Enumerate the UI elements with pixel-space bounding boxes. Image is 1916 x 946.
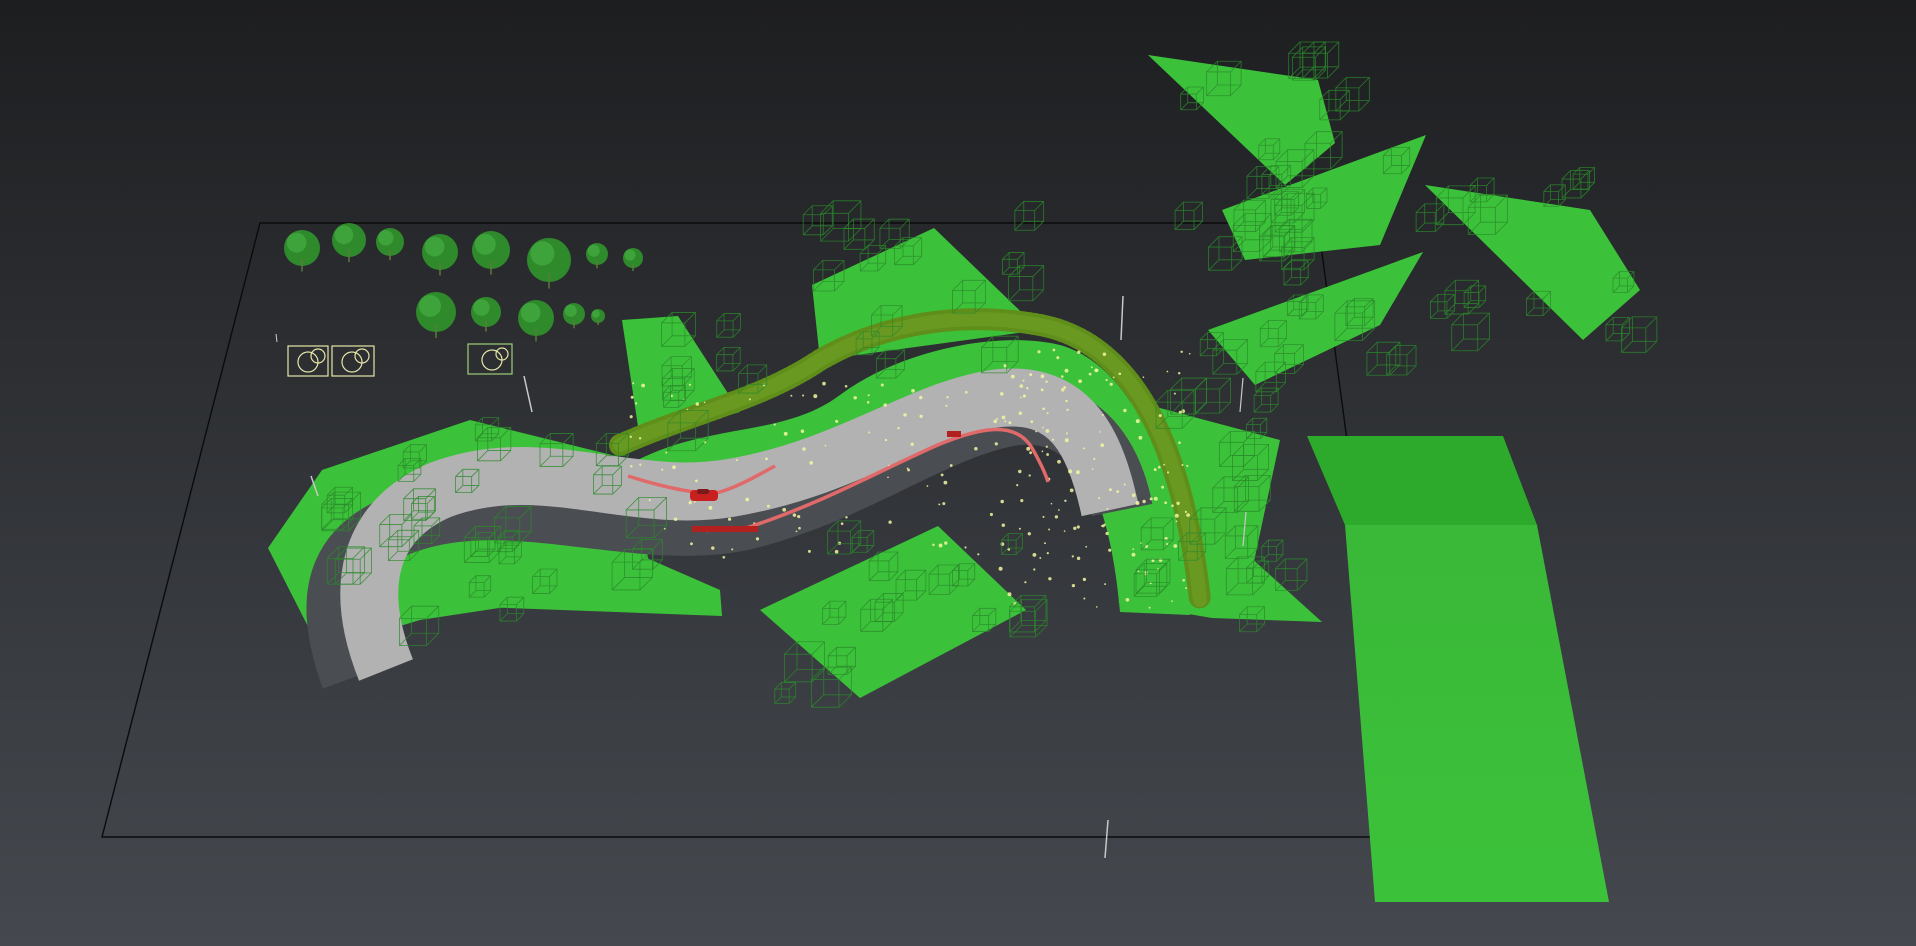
3d-viewport[interactable] xyxy=(0,0,1916,946)
green-block-top xyxy=(1307,436,1537,525)
red-car[interactable] xyxy=(690,489,718,501)
scene-canvas[interactable] xyxy=(0,0,1916,946)
car-window xyxy=(697,489,709,494)
viewport-background xyxy=(0,0,1916,946)
barrier-blocks-2 xyxy=(947,431,961,437)
barrier-blocks-1 xyxy=(692,526,758,532)
